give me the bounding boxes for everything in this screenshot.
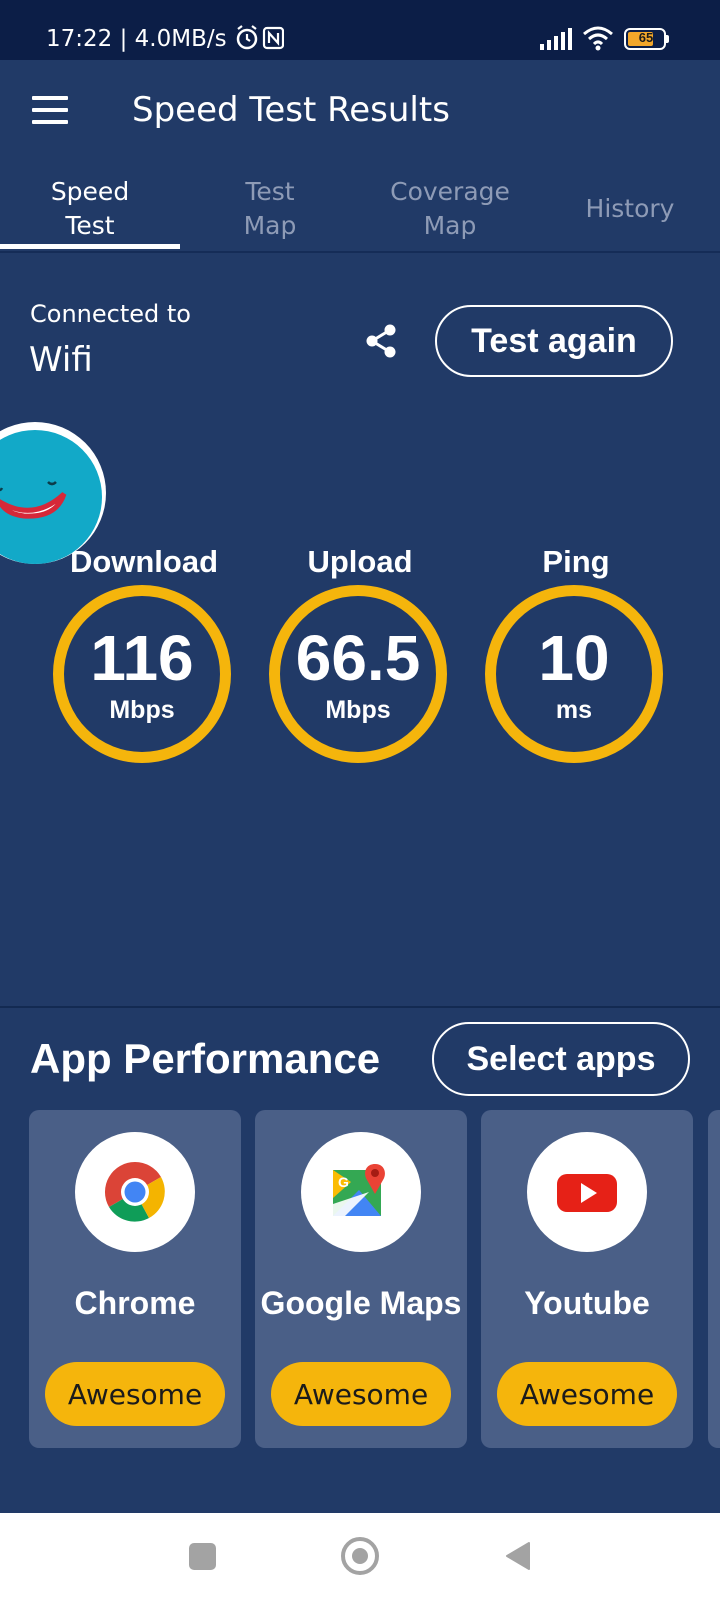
google-maps-icon: G (301, 1132, 421, 1252)
download-value: 116 (90, 622, 194, 694)
connection-type: Wifi (29, 340, 93, 380)
app-card-google-maps[interactable]: G Google Maps Awesome (255, 1110, 467, 1448)
section-divider (0, 1006, 720, 1008)
ping-label: Ping (542, 544, 610, 579)
app-rating-badge: Awesome (45, 1362, 225, 1426)
tab-test-map[interactable]: Test Map (180, 165, 360, 253)
ping-unit: ms (555, 696, 593, 724)
upload-unit: Mbps (325, 696, 391, 724)
connected-label: Connected to (30, 300, 191, 328)
svg-text:G: G (338, 1174, 349, 1190)
app-name: Youtube (524, 1285, 650, 1321)
download-gauge: 116 Mbps (53, 585, 231, 763)
upload-value: 66.5 (295, 622, 421, 694)
page-title: Speed Test Results (132, 90, 450, 130)
active-tab-indicator (0, 244, 180, 249)
mascot-icon[interactable] (0, 422, 106, 564)
upload-gauge: 66.5 Mbps (269, 585, 447, 763)
share-icon[interactable] (364, 322, 398, 360)
battery-level: 65 (638, 30, 654, 45)
chrome-icon (75, 1132, 195, 1252)
app-card-youtube[interactable]: Youtube Awesome (481, 1110, 693, 1448)
battery-icon: 65 (624, 28, 670, 50)
app-performance-title: App Performance (30, 1035, 381, 1082)
test-again-button[interactable]: Test again (435, 305, 673, 377)
youtube-icon (527, 1132, 647, 1252)
select-apps-button[interactable]: Select apps (432, 1022, 690, 1096)
tab-history[interactable]: History (540, 165, 720, 253)
signal-icon (540, 28, 572, 50)
status-time-speed: 17:22 | 4.0MB/s (46, 26, 227, 52)
menu-icon[interactable] (32, 96, 68, 124)
upload-label: Upload (307, 544, 413, 579)
download-unit: Mbps (109, 696, 175, 724)
tab-speed-test[interactable]: Speed Test (0, 165, 180, 253)
back-icon[interactable] (505, 1541, 531, 1571)
tabs-divider (0, 251, 720, 253)
home-icon[interactable] (341, 1537, 379, 1575)
alarm-icon (236, 25, 284, 50)
tab-bar: Speed Test Test Map Coverage Map History (0, 165, 720, 255)
system-nav-bar (0, 1513, 720, 1600)
app-card-chrome[interactable]: Chrome Awesome (29, 1110, 241, 1448)
wifi-icon (583, 26, 613, 51)
tab-coverage-map[interactable]: Coverage Map (360, 165, 540, 253)
recent-apps-icon[interactable] (189, 1543, 216, 1570)
app-name: Google Maps (260, 1285, 462, 1321)
ping-value: 10 (538, 622, 610, 694)
ping-gauge: 10 ms (485, 585, 663, 763)
app-rating-badge: Awesome (271, 1362, 451, 1426)
app-name: Chrome (74, 1285, 196, 1321)
status-bar: 17:22 | 4.0MB/s 65 (0, 0, 720, 60)
app-rating-badge: Awesome (497, 1362, 677, 1426)
app-card-next-partial[interactable] (708, 1110, 720, 1448)
